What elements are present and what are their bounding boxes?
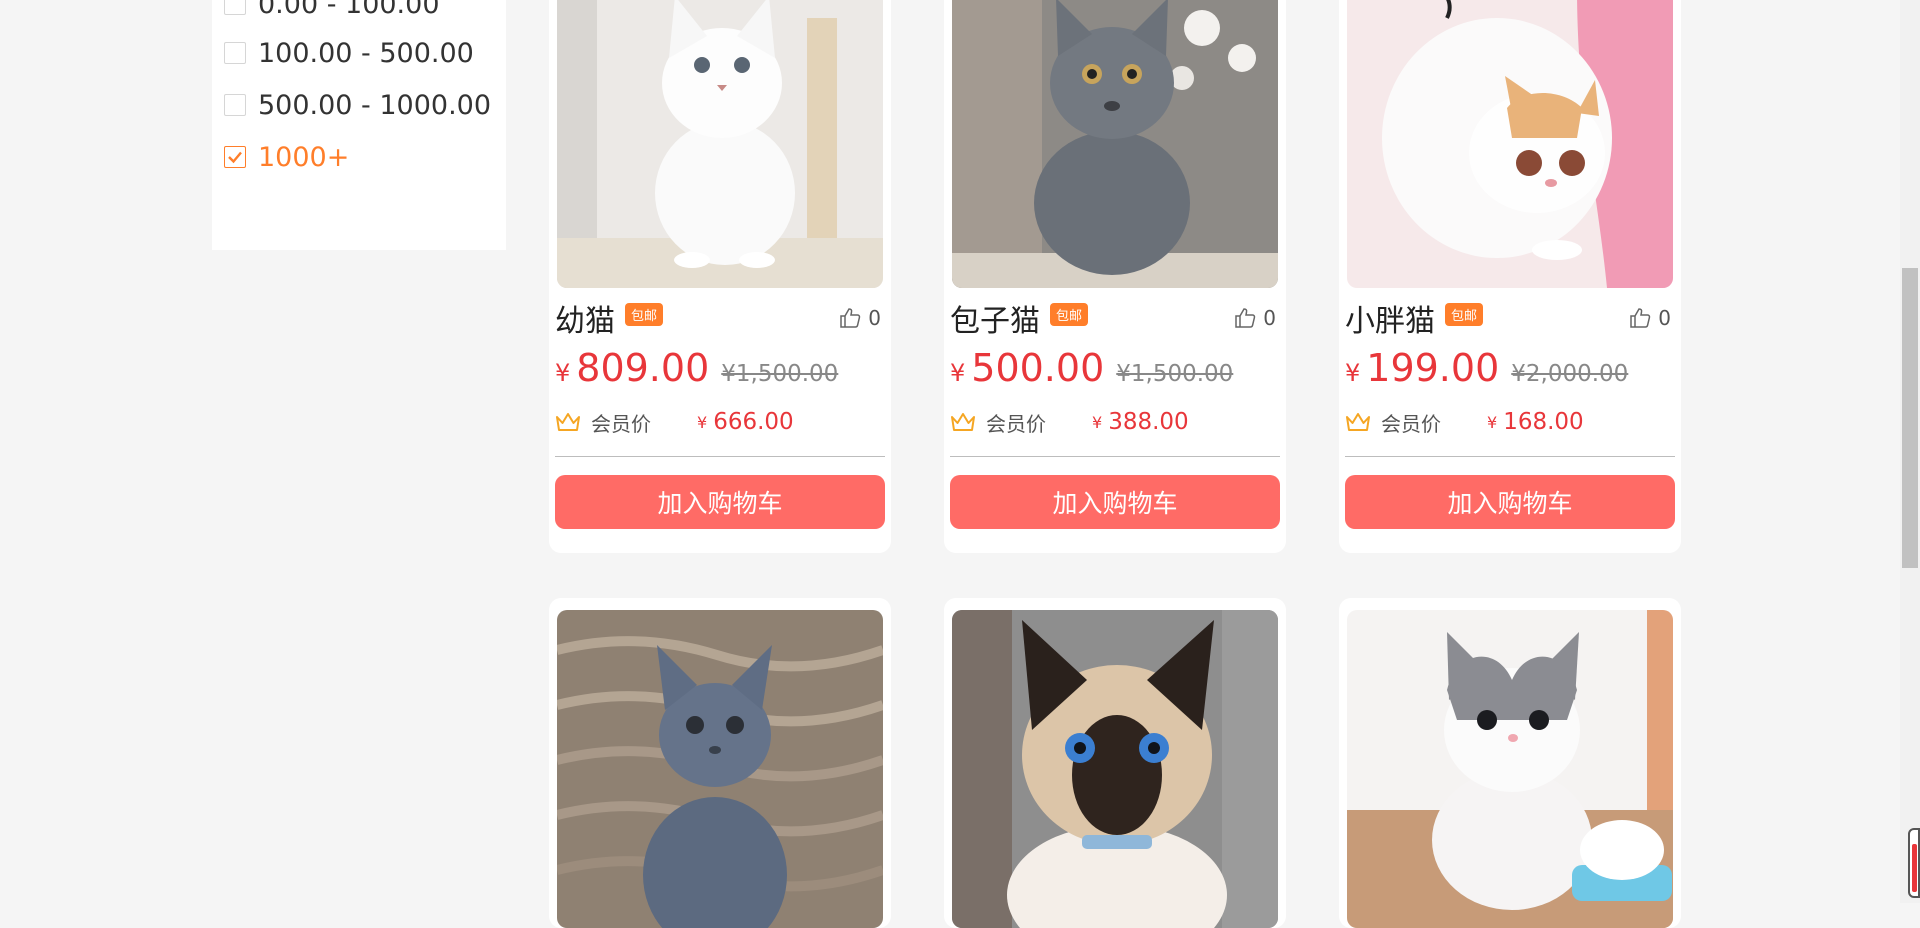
thumbs-up-icon <box>840 308 861 328</box>
member-price-label: 会员价 <box>591 411 651 436</box>
price-filter-option-0-100[interactable]: 0.00 - 100.00 <box>224 0 440 22</box>
product-image[interactable] <box>952 0 1278 288</box>
thumbs-up-icon <box>1235 308 1256 328</box>
divider <box>1345 456 1675 457</box>
product-image[interactable] <box>557 610 883 928</box>
product-name[interactable]: 小胖猫 <box>1345 296 1435 340</box>
product-card[interactable]: 小胖猫 包邮 0 ¥ 199.00 ¥2,000.00 会员价 ¥ 168.00… <box>1339 0 1681 553</box>
product-image[interactable] <box>1347 0 1673 288</box>
price-filter-label: 0.00 - 100.00 <box>258 0 440 20</box>
original-price: ¥2,000.00 <box>1511 361 1629 387</box>
price-filter-label: 1000+ <box>258 141 350 173</box>
checkbox-icon[interactable] <box>224 94 246 116</box>
like-count: 0 <box>1263 306 1276 330</box>
checkbox-icon[interactable] <box>224 146 246 168</box>
free-shipping-badge: 包邮 <box>625 302 664 326</box>
thermometer-icon <box>1908 828 1920 898</box>
member-price-label: 会员价 <box>1381 411 1441 436</box>
product-image[interactable] <box>557 0 883 288</box>
price-currency: ¥ <box>1345 359 1361 387</box>
divider <box>555 456 885 457</box>
like-button[interactable]: 0 <box>838 301 881 335</box>
price-filter-option-100-500[interactable]: 100.00 - 500.00 <box>224 35 474 71</box>
add-to-cart-button[interactable]: 加入购物车 <box>1345 475 1675 529</box>
sale-price: 500.00 <box>971 346 1105 390</box>
product-name[interactable]: 包子猫 <box>950 296 1040 340</box>
price-filter-option-500-1000[interactable]: 500.00 - 1000.00 <box>224 87 491 123</box>
crown-icon <box>556 413 580 431</box>
checkbox-icon[interactable] <box>224 0 246 15</box>
crown-icon <box>1346 413 1370 431</box>
price-filter-label: 100.00 - 500.00 <box>258 37 474 69</box>
product-card[interactable]: 幼猫 包邮 0 ¥ 809.00 ¥1,500.00 会员价 ¥ 666.00 … <box>549 0 891 553</box>
like-button[interactable]: 0 <box>1628 301 1671 335</box>
divider <box>950 456 1280 457</box>
sale-price: 199.00 <box>1366 346 1500 390</box>
price-filter-label: 500.00 - 1000.00 <box>258 89 492 121</box>
product-card[interactable] <box>944 598 1286 928</box>
checkbox-icon[interactable] <box>224 42 246 64</box>
member-price-currency: ¥ <box>1092 412 1103 432</box>
scrollbar-thumb[interactable] <box>1902 268 1918 568</box>
like-button[interactable]: 0 <box>1233 301 1276 335</box>
member-price-currency: ¥ <box>1487 412 1498 432</box>
member-price-currency: ¥ <box>697 412 708 432</box>
original-price: ¥1,500.00 <box>721 361 839 387</box>
product-card[interactable]: 包子猫 包邮 0 ¥ 500.00 ¥1,500.00 会员价 ¥ 388.00… <box>944 0 1286 553</box>
price-currency: ¥ <box>555 359 571 387</box>
sale-price: 809.00 <box>576 346 710 390</box>
member-price: 388.00 <box>1108 409 1189 435</box>
product-image[interactable] <box>1347 610 1673 928</box>
original-price: ¥1,500.00 <box>1116 361 1234 387</box>
member-price-label: 会员价 <box>986 411 1046 436</box>
product-card[interactable] <box>549 598 891 928</box>
price-filter-panel: 0.00 - 100.00 100.00 - 500.00 500.00 - 1… <box>212 0 506 250</box>
product-image[interactable] <box>952 610 1278 928</box>
free-shipping-badge: 包邮 <box>1050 302 1089 326</box>
member-price: 666.00 <box>713 409 794 435</box>
price-currency: ¥ <box>950 359 966 387</box>
page-scrollbar[interactable] <box>1900 0 1920 903</box>
free-shipping-badge: 包邮 <box>1445 302 1484 326</box>
member-price: 168.00 <box>1503 409 1584 435</box>
like-count: 0 <box>1658 306 1671 330</box>
product-name[interactable]: 幼猫 <box>555 296 615 340</box>
checkmark-icon <box>228 151 242 164</box>
price-filter-option-1000-plus[interactable]: 1000+ <box>224 139 349 175</box>
like-count: 0 <box>868 306 881 330</box>
crown-icon <box>951 413 975 431</box>
thumbs-up-icon <box>1630 308 1651 328</box>
add-to-cart-button[interactable]: 加入购物车 <box>555 475 885 529</box>
product-card[interactable] <box>1339 598 1681 928</box>
add-to-cart-button[interactable]: 加入购物车 <box>950 475 1280 529</box>
